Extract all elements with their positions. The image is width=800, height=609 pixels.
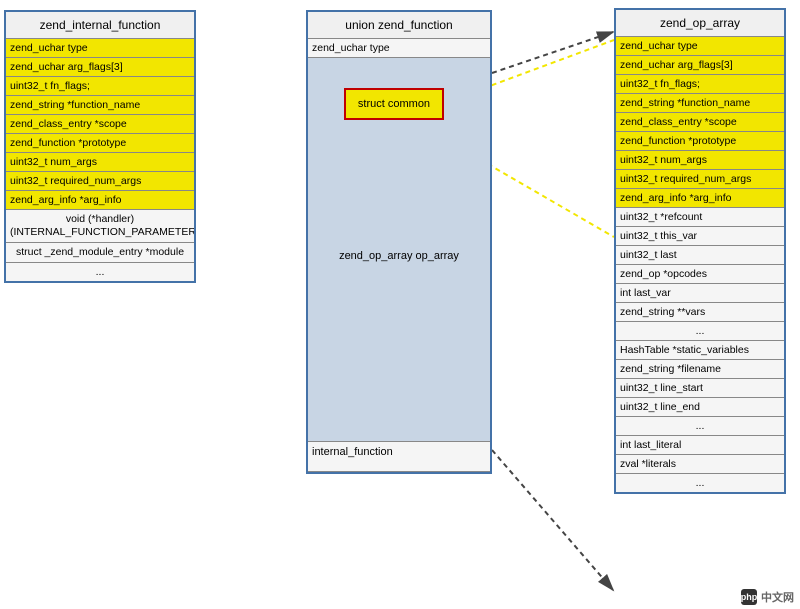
- middle-title: union zend_function: [308, 12, 490, 39]
- zend-internal-function-box: zend_internal_function zend_uchar type z…: [4, 10, 196, 283]
- struct-field: uint32_t required_num_args: [616, 170, 784, 189]
- struct-field: ...: [616, 417, 784, 436]
- union-zend-function-box: union zend_function zend_uchar type stru…: [306, 10, 492, 474]
- struct-field: zend_class_entry *scope: [616, 113, 784, 132]
- zend-op-array-box: zend_op_array zend_uchar type zend_uchar…: [614, 8, 786, 494]
- struct-field: ...: [616, 322, 784, 341]
- struct-field: zend_uchar type: [308, 39, 490, 58]
- op-array-label: zend_op_array op_array: [308, 248, 490, 264]
- struct-field: uint32_t line_end: [616, 398, 784, 417]
- struct-field: uint32_t line_start: [616, 379, 784, 398]
- struct-field: zend_function *prototype: [616, 132, 784, 151]
- struct-field: zend_string *function_name: [616, 94, 784, 113]
- struct-field: uint32_t last: [616, 246, 784, 265]
- struct-field: zend_arg_info *arg_info: [6, 191, 194, 210]
- struct-field: zend_string *filename: [616, 360, 784, 379]
- right-title: zend_op_array: [616, 10, 784, 37]
- struct-field: ...: [6, 263, 194, 281]
- struct-field: uint32_t *refcount: [616, 208, 784, 227]
- struct-field: int last_literal: [616, 436, 784, 455]
- struct-field: struct _zend_module_entry *module: [6, 243, 194, 263]
- struct-field: uint32_t fn_flags;: [616, 75, 784, 94]
- struct-field: zend_uchar type: [616, 37, 784, 56]
- watermark: php 中文网: [741, 589, 794, 605]
- php-logo-icon: php: [741, 589, 757, 605]
- struct-field: zend_function *prototype: [6, 134, 194, 153]
- struct-field: zend_string **vars: [616, 303, 784, 322]
- struct-field: void (*handler)(INTERNAL_FUNCTION_PARAME…: [6, 210, 194, 243]
- struct-common-label: struct common: [358, 98, 430, 110]
- struct-field: zend_uchar type: [6, 39, 194, 58]
- struct-field: zend_arg_info *arg_info: [616, 189, 784, 208]
- struct-field: uint32_t required_num_args: [6, 172, 194, 191]
- struct-field: zend_string *function_name: [6, 96, 194, 115]
- struct-field: uint32_t fn_flags;: [6, 77, 194, 96]
- struct-field: zval *literals: [616, 455, 784, 474]
- struct-field: zend_uchar arg_flags[3]: [616, 56, 784, 75]
- watermark-text: 中文网: [761, 589, 794, 605]
- struct-field: int last_var: [616, 284, 784, 303]
- struct-field: ...: [616, 474, 784, 492]
- internal-function-section: internal_function: [308, 442, 490, 472]
- struct-field: zend_op *opcodes: [616, 265, 784, 284]
- struct-field: uint32_t this_var: [616, 227, 784, 246]
- struct-field: uint32_t num_args: [6, 153, 194, 172]
- internal-function-label: internal_function: [312, 446, 393, 458]
- struct-field: zend_class_entry *scope: [6, 115, 194, 134]
- struct-field: uint32_t num_args: [616, 151, 784, 170]
- op-array-section: struct common zend_op_array op_array: [308, 58, 490, 442]
- left-title: zend_internal_function: [6, 12, 194, 39]
- struct-field: HashTable *static_variables: [616, 341, 784, 360]
- struct-common-box: struct common: [344, 88, 444, 120]
- struct-field: zend_uchar arg_flags[3]: [6, 58, 194, 77]
